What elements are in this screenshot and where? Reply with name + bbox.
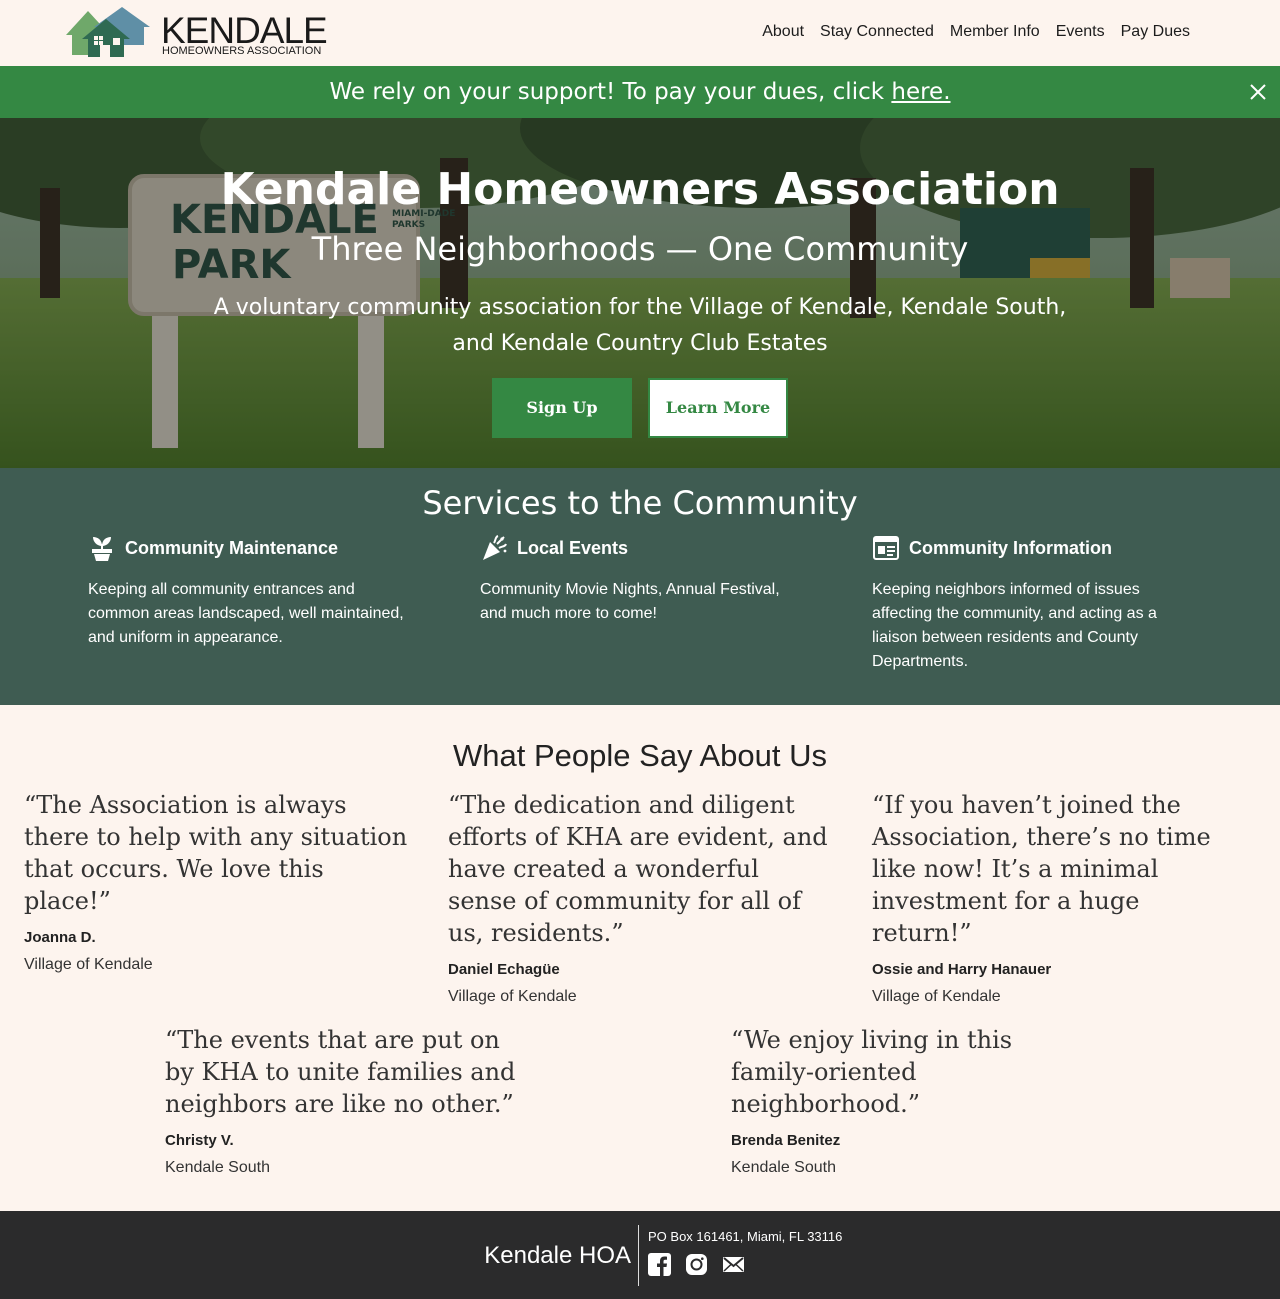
- testimonial-neighborhood: Village of Kendale: [872, 988, 1001, 1005]
- service-community-maintenance: Community Maintenance Keeping all commun…: [88, 532, 418, 650]
- kendale-logo[interactable]: KENDALE HOMEOWNERS ASSOCIATION: [64, 7, 328, 59]
- testimonial-quote: “The dedication and diligent efforts of …: [448, 791, 828, 947]
- service-title: Local Events: [517, 538, 629, 558]
- services-title: Services to the Community: [422, 484, 858, 522]
- nav-stay-connected[interactable]: Stay Connected: [820, 22, 934, 42]
- service-local-events: Local Events Community Movie Nights, Ann…: [480, 532, 810, 626]
- services-section: Services to the Community Community Main…: [0, 468, 1280, 705]
- footer-divider: [638, 1225, 639, 1286]
- hero-description: A voluntary community association for th…: [213, 295, 1067, 356]
- footer-address: PO Box 161461, Miami, FL 33116: [648, 1229, 843, 1244]
- testimonial-neighborhood: Village of Kendale: [448, 988, 577, 1005]
- testimonial: “The Association is always there to help…: [24, 789, 414, 976]
- plant-pot-icon: [88, 534, 116, 562]
- learn-more-button[interactable]: Learn More: [648, 378, 788, 438]
- party-popper-icon: [480, 534, 508, 562]
- houses-logo-icon: [66, 7, 150, 57]
- testimonial-neighborhood: Kendale South: [165, 1159, 270, 1176]
- email-icon[interactable]: [722, 1253, 745, 1276]
- testimonial-quote: “The events that are put on by KHA to un…: [165, 1026, 516, 1118]
- site-header: KENDALE HOMEOWNERS ASSOCIATION About Sta…: [0, 0, 1280, 66]
- testimonial-quote: “The Association is always there to help…: [24, 791, 408, 915]
- testimonial-author: Daniel Echagüe: [448, 961, 560, 978]
- testimonial: “If you haven’t joined the Association, …: [872, 789, 1242, 1008]
- nav-about[interactable]: About: [762, 22, 804, 42]
- nav-member-info[interactable]: Member Info: [950, 22, 1040, 42]
- nav-events[interactable]: Events: [1056, 22, 1105, 42]
- banner-text: We rely on your support! To pay your due…: [329, 79, 892, 105]
- hero-subtitle: Three Neighborhoods — One Community: [311, 230, 969, 268]
- hero-title: Kendale Homeowners Association: [220, 164, 1060, 215]
- footer-brand: Kendale HOA: [484, 1242, 631, 1269]
- logo-subtitle: HOMEOWNERS ASSOCIATION: [162, 45, 322, 57]
- testimonial-author: Brenda Benitez: [731, 1132, 841, 1149]
- service-community-information: Community Information Keeping neighbors …: [872, 532, 1202, 674]
- service-title: Community Maintenance: [125, 538, 339, 558]
- sign-up-button[interactable]: Sign Up: [492, 378, 632, 438]
- testimonial-quote: “If you haven’t joined the Association, …: [872, 791, 1211, 947]
- hero-section: KENDALE PARK MIAMI-DADE PARKS Kendale Ho…: [0, 118, 1280, 468]
- dues-banner: We rely on your support! To pay your due…: [0, 66, 1280, 118]
- newspaper-icon: [872, 534, 900, 562]
- testimonial-author: Ossie and Harry Hanauer: [872, 961, 1052, 978]
- testimonial-author: Joanna D.: [24, 929, 96, 946]
- banner-message: We rely on your support! To pay your due…: [0, 77, 1280, 107]
- facebook-icon[interactable]: [648, 1253, 671, 1276]
- nav-pay-dues[interactable]: Pay Dues: [1121, 22, 1190, 42]
- service-description: Community Movie Nights, Annual Festival,…: [480, 581, 780, 622]
- close-icon[interactable]: [1248, 82, 1268, 102]
- main-nav: About Stay Connected Member Info Events …: [762, 22, 1190, 42]
- testimonial-neighborhood: Village of Kendale: [24, 956, 153, 973]
- instagram-icon[interactable]: [685, 1253, 708, 1276]
- service-description: Keeping all community entrances and comm…: [88, 581, 404, 646]
- social-links: [648, 1253, 745, 1276]
- banner-dues-link[interactable]: here.: [891, 79, 950, 105]
- testimonial-quote: “We enjoy living in this family-oriented…: [731, 1026, 1013, 1118]
- testimonial: “We enjoy living in this family-oriented…: [731, 1024, 1101, 1179]
- testimonial-author: Christy V.: [165, 1132, 234, 1149]
- testimonial: “The events that are put on by KHA to un…: [165, 1024, 535, 1179]
- site-footer: Kendale HOA PO Box 161461, Miami, FL 331…: [0, 1211, 1280, 1299]
- logo-title: KENDALE: [161, 10, 328, 51]
- service-title: Community Information: [909, 538, 1112, 558]
- service-description: Keeping neighbors informed of issues aff…: [872, 581, 1157, 670]
- testimonial-neighborhood: Kendale South: [731, 1159, 836, 1176]
- testimonial: “The dedication and diligent efforts of …: [448, 789, 828, 1008]
- testimonials-title: What People Say About Us: [453, 738, 827, 773]
